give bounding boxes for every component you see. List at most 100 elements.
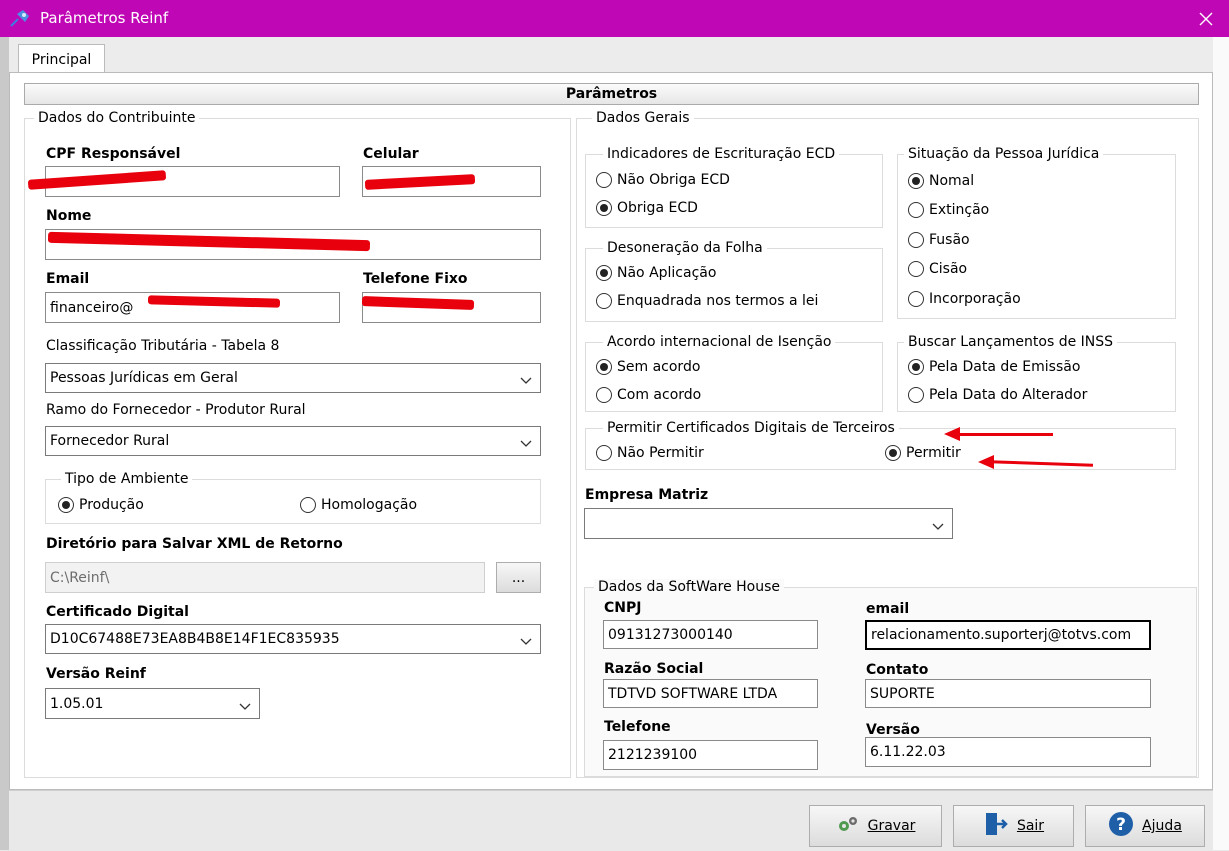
radio-incorporacao[interactable]: Incorporação <box>908 291 1021 307</box>
cnpj-input[interactable]: 09131273000140 <box>603 620 818 649</box>
radio-extincao[interactable]: Extinção <box>908 202 989 218</box>
radio-label: Enquadrada nos termos a lei <box>617 293 819 309</box>
radio-cisao[interactable]: Cisão <box>908 261 967 277</box>
radio-label: Não Aplicação <box>617 265 717 281</box>
sh-email-label: email <box>866 601 910 617</box>
radio-label: Pela Data de Emissão <box>929 359 1081 375</box>
radio-dot <box>885 445 901 461</box>
browse-button[interactable]: ... <box>496 562 541 593</box>
inss-group-label: Buscar Lançamentos de INSS <box>904 334 1118 350</box>
radio-data-alterador[interactable]: Pela Data do Alterador <box>908 387 1087 403</box>
certificado-label: Certificado Digital <box>46 604 189 620</box>
radio-dot <box>596 172 612 188</box>
title-bar: Parâmetros Reinf <box>0 0 1229 37</box>
diretorio-input[interactable]: C:\Reinf\ <box>45 562 485 593</box>
tab-principal[interactable]: Principal <box>18 44 105 74</box>
radio-nomal[interactable]: Nomal <box>908 173 974 189</box>
radio-nao-obriga-ecd[interactable]: Não Obriga ECD <box>596 172 730 188</box>
desoneracao-group <box>585 248 883 322</box>
diretorio-label: Diretório para Salvar XML de Retorno <box>46 536 343 552</box>
annotation-arrow <box>955 433 1053 436</box>
radio-enquadrada[interactable]: Enquadrada nos termos a lei <box>596 293 818 309</box>
gravar-button[interactable]: Gravar <box>809 805 942 847</box>
radio-dot <box>596 265 612 281</box>
versao-reinf-label: Versão Reinf <box>46 666 146 682</box>
ramo-label: Ramo do Fornecedor - Produtor Rural <box>46 402 306 418</box>
window-title: Parâmetros Reinf <box>40 9 169 27</box>
radio-label: Nomal <box>929 173 975 189</box>
sh-telefone-label: Telefone <box>604 719 671 735</box>
tab-bar <box>9 37 1213 73</box>
radio-label: Não Permitir <box>617 445 704 461</box>
radio-nao-permitir[interactable]: Não Permitir <box>596 445 704 461</box>
telefone-fixo-label: Telefone Fixo <box>363 271 468 287</box>
desoneracao-group-label: Desoneração da Folha <box>603 240 767 256</box>
radio-obriga-ecd[interactable]: Obriga ECD <box>596 200 698 216</box>
sair-button[interactable]: Sair <box>953 805 1074 847</box>
radio-dot <box>908 173 924 189</box>
radio-label: Fusão <box>929 232 970 248</box>
situacao-group-label: Situação da Pessoa Jurídica <box>904 146 1104 162</box>
cnpj-label: CNPJ <box>604 600 642 616</box>
chevron-down-icon <box>932 519 944 535</box>
radio-dot <box>300 497 316 513</box>
versao-reinf-value: 1.05.01 <box>50 695 104 712</box>
exit-door-icon <box>983 811 1009 841</box>
empresa-matriz-label: Empresa Matriz <box>585 487 709 503</box>
chevron-down-icon <box>520 373 532 389</box>
radio-label: Cisão <box>929 261 968 277</box>
gerais-group-label: Dados Gerais <box>592 110 694 126</box>
radio-dot <box>596 359 612 375</box>
empresa-matriz-select[interactable] <box>584 508 953 539</box>
sh-telefone-input[interactable]: 2121239100 <box>603 740 818 770</box>
close-icon[interactable] <box>1183 0 1229 37</box>
ajuda-label: Ajuda <box>1142 818 1182 834</box>
chevron-down-icon <box>239 699 251 715</box>
cpf-label: CPF Responsável <box>46 146 181 162</box>
radio-dot <box>596 387 612 403</box>
radio-dot <box>908 261 924 277</box>
radio-label: Incorporação <box>929 291 1021 307</box>
sh-versao-input[interactable]: 6.11.22.03 <box>865 737 1151 767</box>
radio-label: Com acordo <box>617 387 702 403</box>
radio-label: Não Obriga ECD <box>617 172 730 188</box>
ramo-value: Fornecedor Rural <box>50 433 170 449</box>
radio-data-emissao[interactable]: Pela Data de Emissão <box>908 359 1080 375</box>
radio-permitir[interactable]: Permitir <box>885 445 961 461</box>
radio-fusao[interactable]: Fusão <box>908 232 970 248</box>
ramo-select[interactable]: Fornecedor Rural <box>45 426 541 456</box>
chevron-down-icon <box>520 436 532 452</box>
email-label: Email <box>46 271 90 287</box>
versao-reinf-select[interactable]: 1.05.01 <box>45 688 260 719</box>
certificado-select[interactable]: D10C67488E73EA8B4B8E14F1EC835935 <box>45 624 541 654</box>
right-edge <box>1213 37 1229 850</box>
radio-label: Obriga ECD <box>617 200 698 216</box>
certificado-value: D10C67488E73EA8B4B8E14F1EC835935 <box>50 631 340 647</box>
radio-nao-aplicacao[interactable]: Não Aplicação <box>596 265 716 281</box>
radio-label: Produção <box>79 497 144 513</box>
ajuda-button[interactable]: ? Ajuda <box>1085 805 1205 847</box>
contato-input[interactable]: SUPORTE <box>865 679 1151 708</box>
radio-homologacao[interactable]: Homologação <box>300 497 417 513</box>
radio-sem-acordo[interactable]: Sem acordo <box>596 359 700 375</box>
radio-label: Pela Data do Alterador <box>929 387 1088 403</box>
radio-label: Homologação <box>321 497 418 513</box>
radio-dot <box>908 291 924 307</box>
contribuinte-group-label: Dados do Contribuinte <box>34 110 200 126</box>
sh-email-input[interactable]: relacionamento.suporterj@totvs.com <box>865 620 1151 650</box>
help-icon: ? <box>1108 811 1134 841</box>
sh-versao-label: Versão <box>866 722 920 738</box>
radio-com-acordo[interactable]: Com acordo <box>596 387 701 403</box>
classificacao-value: Pessoas Jurídicas em Geral <box>50 370 238 386</box>
gears-icon <box>836 815 860 837</box>
classificacao-select[interactable]: Pessoas Jurídicas em Geral <box>45 363 541 393</box>
ecd-group <box>585 154 883 228</box>
razao-social-input[interactable]: TDTVD SOFTWARE LTDA <box>603 679 818 708</box>
svg-text:?: ? <box>1116 815 1126 835</box>
radio-label: Permitir <box>906 445 961 461</box>
radio-dot <box>58 497 74 513</box>
razao-social-label: Razão Social <box>604 661 704 677</box>
sair-label: Sair <box>1016 818 1045 834</box>
radio-producao[interactable]: Produção <box>58 497 144 513</box>
contato-label: Contato <box>866 662 929 678</box>
